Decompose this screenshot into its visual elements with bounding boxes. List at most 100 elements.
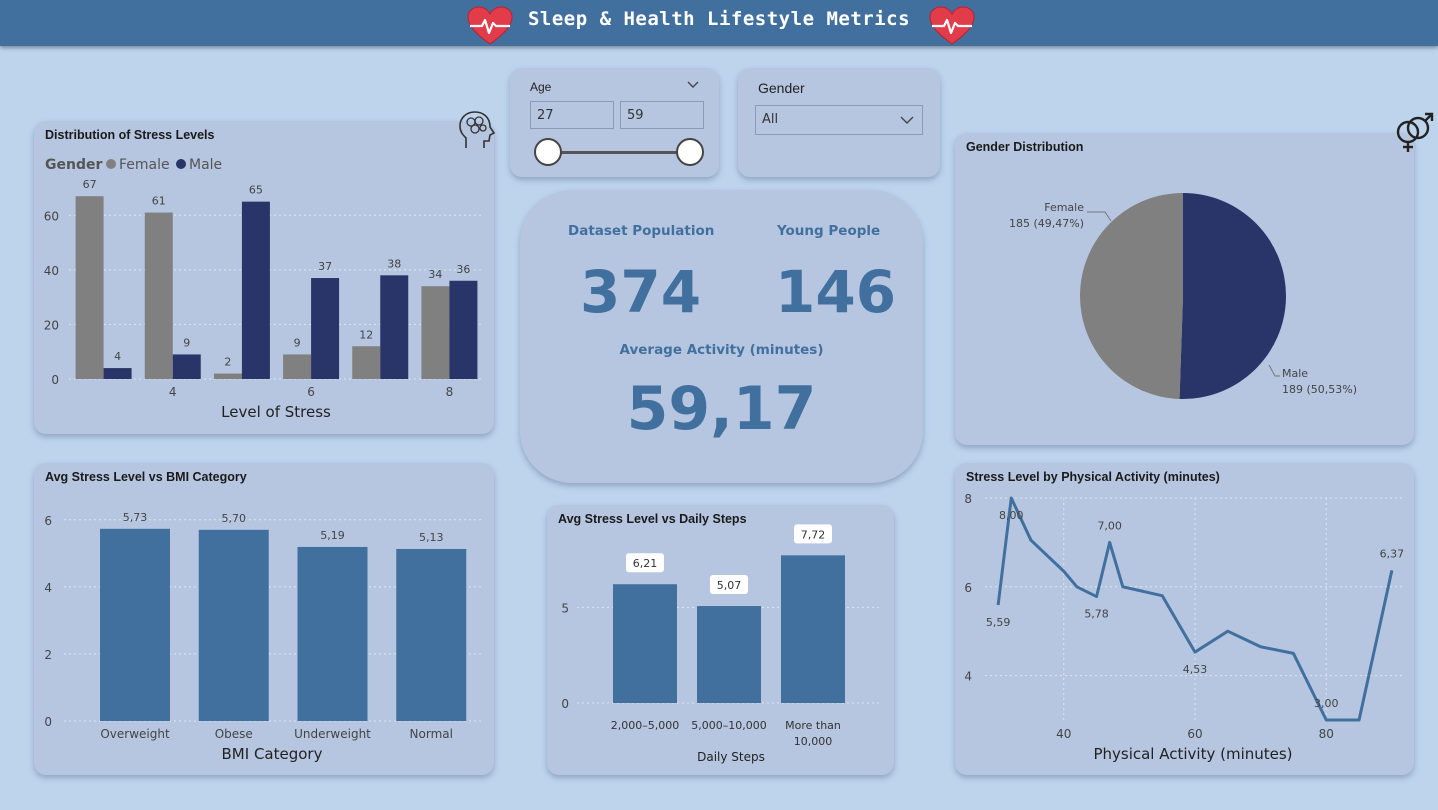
bar xyxy=(421,286,450,379)
data-label: 9 xyxy=(183,336,190,349)
pie-value-male: 189 (50,53%) xyxy=(1282,383,1357,396)
x-axis-title: Daily Steps xyxy=(697,750,765,764)
page-title: Sleep & Health Lifestyle Metrics xyxy=(527,8,911,30)
data-label: 6,21 xyxy=(633,557,658,570)
legend-marker xyxy=(106,159,116,169)
y-tick-label: 2 xyxy=(44,648,52,662)
activity-card: Stress Level by Physical Activity (minut… xyxy=(955,463,1414,775)
brain-head-icon xyxy=(459,111,496,148)
data-label: 7,72 xyxy=(801,528,826,541)
pie-slice-female xyxy=(1080,193,1183,399)
population-value: 374 xyxy=(580,258,702,326)
bar xyxy=(103,368,132,379)
data-label: 5,13 xyxy=(419,531,444,544)
data-label: 34 xyxy=(428,268,442,281)
age-min-input[interactable]: 27 xyxy=(530,101,614,129)
data-label: 5,59 xyxy=(986,616,1011,629)
data-label: 36 xyxy=(456,263,470,276)
bar xyxy=(213,373,242,379)
data-label: 5,07 xyxy=(717,579,742,592)
legend-label: Male xyxy=(189,157,222,173)
bar xyxy=(283,354,312,379)
stress-distribution-chart: Gender Female Male 0 20 40 60 67 4 61 9 2 65 9 37 12 38 3… xyxy=(44,157,484,421)
gender-pie-chart: Female 185 (49,47%) Male 189 (50,53%) xyxy=(1009,193,1357,400)
bar xyxy=(172,354,201,379)
age-slider-track[interactable] xyxy=(546,151,690,154)
young-value: 146 xyxy=(775,258,897,326)
x-tick-label: 60 xyxy=(1187,727,1202,741)
gender-select[interactable]: All xyxy=(755,105,923,135)
x-tick-label: 80 xyxy=(1319,727,1334,741)
x-tick-label: 4 xyxy=(169,385,177,399)
y-tick-label: 5 xyxy=(561,601,569,615)
bar xyxy=(241,201,270,379)
header-bar: Sleep & Health Lifestyle Metrics xyxy=(0,0,1438,46)
x-tick-label: More than xyxy=(785,719,841,732)
data-label: 38 xyxy=(387,257,401,270)
bar xyxy=(449,280,478,379)
data-label: 37 xyxy=(318,260,332,273)
y-tick-label: 8 xyxy=(964,492,972,506)
heart-icon xyxy=(929,6,975,45)
pie-label-female: Female xyxy=(1044,201,1084,214)
bar xyxy=(100,528,170,721)
activity-line-chart: 4 6 8 40 60 80 5,59 8,00 5,78 7,00 4,53 3,00 6,37 Phy… xyxy=(964,492,1405,763)
data-label: 7,00 xyxy=(1097,519,1122,532)
label-leader-male xyxy=(1268,364,1280,377)
x-tick-label: Obese xyxy=(215,727,253,741)
data-label: 6,37 xyxy=(1380,547,1405,560)
bar xyxy=(697,606,761,703)
x-axis-title: Physical Activity (minutes) xyxy=(1093,745,1292,763)
kpi-card: Dataset Population Young People 374 146 … xyxy=(520,190,923,483)
gender-filter-card: Gender All xyxy=(738,68,940,177)
bmi-stress-chart: 0 2 4 6 5,73 Overweight 5,70 Obese 5,19 Underweig… xyxy=(44,511,484,763)
chevron-down-icon xyxy=(900,116,914,124)
bmi-card: Avg Stress Level vs BMI Category 0 2 4 6 5,7… xyxy=(34,463,494,775)
label-leader-female xyxy=(1087,211,1112,222)
x-tick-label: 10,000 xyxy=(794,735,833,748)
age-slider-min-handle[interactable] xyxy=(534,138,562,166)
data-label: 2 xyxy=(224,356,231,369)
data-label: 65 xyxy=(249,184,263,197)
data-label: 3,00 xyxy=(1314,697,1339,710)
x-tick-label: Normal xyxy=(410,727,453,741)
bar xyxy=(144,212,173,379)
data-label: 9 xyxy=(294,336,301,349)
data-label: 5,19 xyxy=(320,529,345,542)
bar xyxy=(352,346,381,379)
stress-distribution-card: Distribution of Stress Levels Gender Fema… xyxy=(34,121,494,434)
age-max-input[interactable]: 59 xyxy=(620,101,704,129)
y-tick-label: 60 xyxy=(44,209,59,223)
x-axis-title: Level of Stress xyxy=(221,403,331,421)
data-label: 5,73 xyxy=(123,511,148,524)
chevron-down-icon[interactable] xyxy=(687,81,699,89)
legend-label: Female xyxy=(119,157,170,173)
bar xyxy=(781,555,845,703)
pie-label-male: Male xyxy=(1282,367,1308,380)
data-label: 5,78 xyxy=(1084,608,1109,621)
pie-slice-male xyxy=(1179,193,1286,400)
gender-distribution-card: Gender Distribution Female 185 (49,47%) Ma… xyxy=(955,133,1414,445)
age-slider-max-handle[interactable] xyxy=(676,138,704,166)
x-tick-label: 5,000–10,000 xyxy=(691,719,766,732)
legend-title: Gender xyxy=(45,157,102,173)
data-label: 4,53 xyxy=(1183,663,1208,676)
activity-value: 59,17 xyxy=(626,374,817,444)
bar xyxy=(75,196,104,379)
population-label: Dataset Population xyxy=(568,223,715,239)
x-tick-label: Overweight xyxy=(100,727,170,741)
y-tick-label: 20 xyxy=(44,318,59,332)
gender-select-value: All xyxy=(762,112,779,127)
bar xyxy=(198,529,269,721)
x-tick-label: 2,000–5,000 xyxy=(611,719,679,732)
bar xyxy=(297,546,368,721)
data-label: 4 xyxy=(114,350,121,363)
data-label: 12 xyxy=(359,328,373,341)
x-tick-label: 40 xyxy=(1056,727,1071,741)
x-tick-label: Underweight xyxy=(294,727,371,741)
y-tick-label: 0 xyxy=(44,715,52,729)
bar xyxy=(311,278,340,379)
y-tick-label: 4 xyxy=(964,670,972,684)
bar xyxy=(613,584,677,703)
bar xyxy=(380,275,409,379)
